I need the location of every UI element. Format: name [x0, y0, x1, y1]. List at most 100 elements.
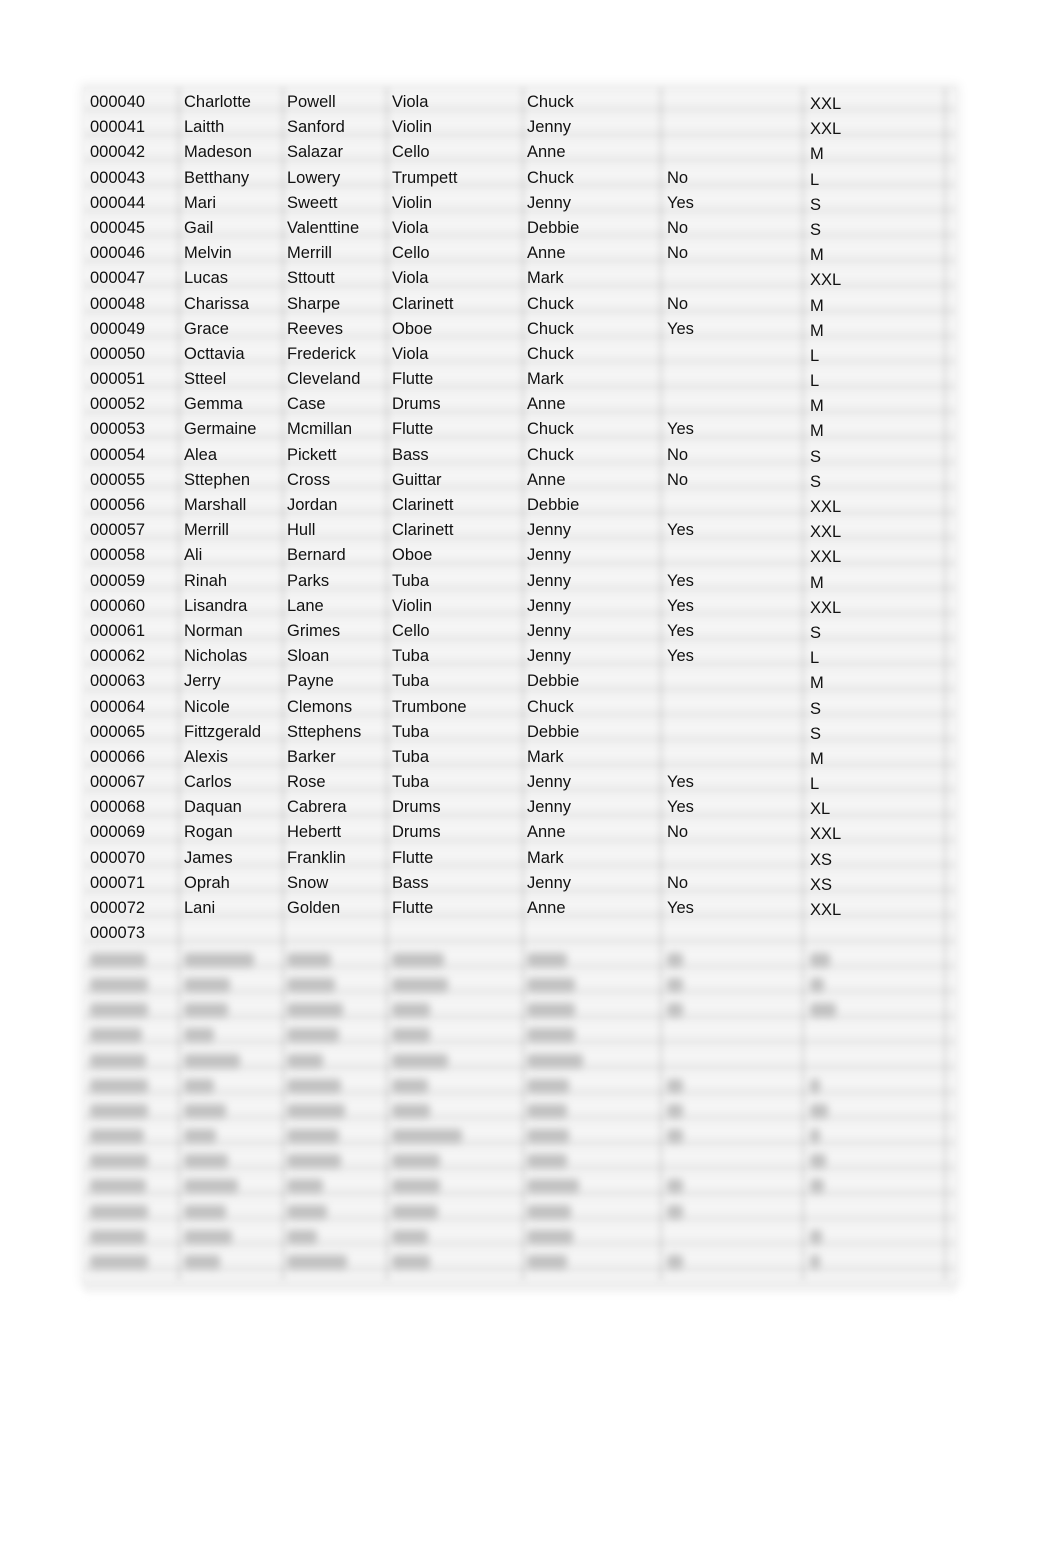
blurred-text [527, 1154, 567, 1169]
cell-first-name: Rogan [184, 823, 233, 842]
blurred-text [527, 1255, 567, 1270]
cell-last-name: Pickett [287, 445, 337, 464]
cell-id: 000047 [90, 269, 146, 288]
blurred-text [287, 1003, 343, 1018]
cell-first-name: Grace [184, 319, 229, 338]
blurred-text [810, 1154, 826, 1169]
blurred-text [287, 1053, 323, 1068]
blurred-text [810, 1255, 820, 1270]
cell-id: 000044 [90, 193, 146, 212]
cell-instrument: Oboe [392, 319, 433, 338]
cell-shirt-size: L [810, 649, 820, 668]
cell-last-name: Sharpe [287, 294, 341, 313]
cell-teacher: Jenny [527, 596, 572, 615]
cell-id: 000041 [90, 118, 146, 137]
blurred-text [527, 1229, 573, 1244]
cell-paid: Yes [667, 798, 694, 817]
blurred-text [810, 1003, 836, 1018]
table-row: 000045 Gail Valenttine Viola Debbie No S [84, 216, 956, 241]
cell-id: 000064 [90, 697, 146, 716]
table-row: 000047 Lucas Sttoutt Viola Mark XXL [84, 266, 956, 291]
cell-id: 000051 [90, 370, 146, 389]
cell-shirt-size: M [810, 422, 824, 441]
blurred-text [90, 1003, 148, 1018]
table-row: 000068 Daquan Cabrera Drums Jenny Yes XL [84, 795, 956, 820]
cell-instrument: Violin [392, 118, 433, 137]
table-row: 000064 Nicole Clemons Trumbone Chuck S [84, 695, 956, 720]
blurred-text [90, 1078, 148, 1093]
table-row: 000059 Rinah Parks Tuba Jenny Yes M [84, 569, 956, 594]
cell-shirt-size: S [810, 195, 822, 214]
cell-shirt-size: L [810, 775, 820, 794]
blurred-text [184, 1204, 226, 1219]
cell-id: 000071 [90, 873, 146, 892]
cell-instrument: Flutte [392, 848, 434, 867]
table-row: 000055 Sttephen Cross Guittar Anne No S [84, 468, 956, 493]
blurred-text [90, 1204, 148, 1219]
cell-first-name: Carlos [184, 773, 232, 792]
cell-shirt-size: XXL [810, 498, 842, 516]
blurred-text [810, 977, 824, 992]
cell-first-name: Rinah [184, 571, 228, 590]
cell-id: 000066 [90, 747, 146, 766]
cell-paid: Yes [667, 571, 694, 590]
cell-id: 000061 [90, 621, 146, 640]
cell-teacher: Chuck [527, 319, 574, 338]
cell-first-name: Merrill [184, 521, 229, 540]
blurred-text [90, 952, 146, 967]
cell-instrument: Tuba [392, 571, 429, 590]
cell-teacher: Jenny [527, 798, 572, 817]
blurred-row [84, 1073, 956, 1098]
spreadsheet-preview: 000040 Charlotte Powell Viola Chuck XXL … [84, 87, 956, 1297]
cell-id: 000057 [90, 521, 146, 540]
cell-id: 000042 [90, 143, 146, 162]
cell-first-name: Melvin [184, 244, 232, 263]
cell-instrument: Bass [392, 445, 429, 464]
cell-last-name: Sttoutt [287, 269, 335, 288]
cell-teacher: Debbie [527, 496, 580, 514]
cell-paid: No [667, 873, 689, 892]
cell-id: 000068 [90, 798, 146, 817]
cell-instrument: Clarinett [392, 496, 454, 514]
cell-id: 000059 [90, 571, 146, 590]
blurred-text [527, 1078, 569, 1093]
cell-paid: Yes [667, 193, 694, 212]
cell-shirt-size: M [810, 145, 824, 164]
cell-paid: No [667, 445, 689, 464]
table-row: 000050 Octtavia Frederick Viola Chuck L [84, 342, 956, 367]
blurred-text [90, 977, 148, 992]
blurred-text [184, 1154, 228, 1169]
cell-first-name: Lani [184, 899, 216, 917]
cell-id: 000060 [90, 596, 146, 615]
cell-last-name: Barker [287, 747, 336, 766]
cell-paid: Yes [667, 521, 694, 540]
cell-teacher: Anne [527, 244, 566, 263]
blurred-row [84, 1123, 956, 1148]
cell-first-name: Daquan [184, 798, 242, 817]
blurred-text [287, 1154, 341, 1169]
table-row: 000070 James Franklin Flutte Mark XS [84, 846, 956, 871]
blurred-text [90, 1129, 144, 1144]
cell-first-name: Jerry [184, 672, 221, 691]
blurred-text [667, 952, 683, 967]
cell-first-name: Gemma [184, 395, 243, 414]
cell-shirt-size: L [810, 346, 820, 365]
cell-teacher: Jenny [527, 647, 572, 666]
cell-teacher: Mark [527, 269, 564, 288]
cell-last-name: Payne [287, 672, 334, 691]
cell-teacher: Anne [527, 823, 566, 842]
blurred-text [287, 1204, 327, 1219]
cell-instrument: Guittar [392, 470, 442, 489]
cell-last-name: Cross [287, 470, 331, 489]
blurred-text [184, 977, 230, 992]
cell-teacher: Chuck [527, 445, 574, 464]
cell-id: 000063 [90, 672, 146, 691]
table-row: 000043 Betthany Lowery Trumpett Chuck No… [84, 166, 956, 191]
table-row: 000042 Madeson Salazar Cello Anne M [84, 140, 956, 165]
cell-instrument: Viola [392, 269, 429, 288]
cell-teacher: Chuck [527, 168, 574, 187]
cell-teacher: Anne [527, 470, 566, 489]
cell-teacher: Jenny [527, 546, 572, 565]
blurred-text [287, 1129, 339, 1144]
cell-teacher: Mark [527, 370, 564, 389]
